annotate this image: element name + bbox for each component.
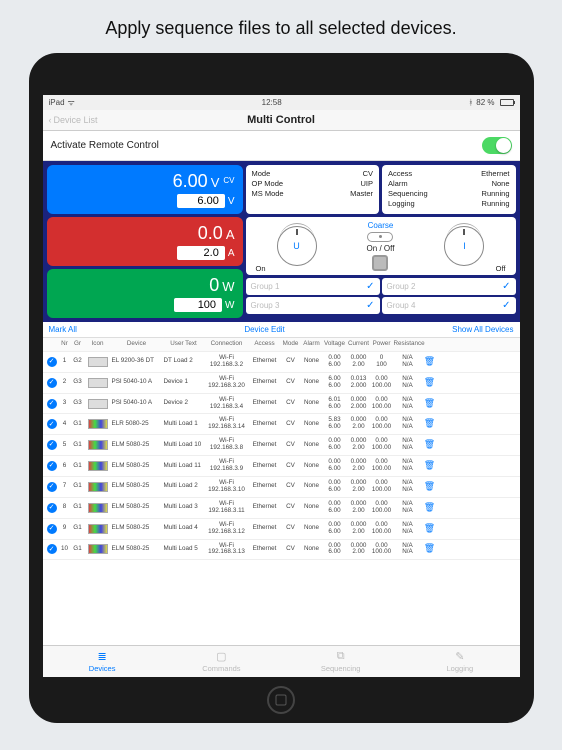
trash-icon[interactable]: 🗑 [423,482,437,492]
group-cell-4[interactable]: Group 4✓ [382,297,516,314]
dial-box: U Coarse On / Off I On Off [246,217,516,275]
tab-commands[interactable]: ▢Commands [162,650,281,673]
page-title: Multi Control [247,114,315,126]
table-row[interactable]: ✓ 3G3 PSI 5040-10 A Device 2 Wi-Fi192.16… [43,394,520,415]
trash-icon[interactable]: 🗑 [423,419,437,429]
table-header: NrGrIconDeviceUser TextConnectionAccessM… [43,338,520,352]
commands-icon: ▢ [216,650,226,663]
off-label: Off [496,264,506,273]
group-grid: Group 1✓Group 2✓Group 3✓Group 4✓ [246,278,516,314]
tab-devices[interactable]: ≣Devices [43,650,162,673]
group-cell-1[interactable]: Group 1✓ [246,278,380,295]
trash-icon[interactable]: 🗑 [423,461,437,471]
show-all-button[interactable]: Show All Devices [452,325,513,334]
current-set-input[interactable]: 2.0 [177,246,225,260]
trash-icon[interactable]: 🗑 [423,399,437,409]
trash-icon[interactable]: 🗑 [423,440,437,450]
status-bar: iPad ᯤ 12:58 ᚼ 82 % [43,95,520,110]
sequencing-icon: ⧉ [337,650,345,663]
onoff-label: On / Off [367,244,395,253]
power-readout: 0W 100W [47,269,243,318]
row-checkbox[interactable]: ✓ [47,544,57,554]
current-value: 0.0 [198,223,223,243]
voltage-set-input[interactable]: 6.00 [177,194,225,208]
row-checkbox[interactable]: ✓ [47,524,57,534]
device-icon [88,503,108,513]
device-table: NrGrIconDeviceUser TextConnectionAccessM… [43,338,520,645]
device-icon [88,419,108,429]
trash-icon[interactable]: 🗑 [423,378,437,388]
table-row[interactable]: ✓ 10G1 ELM 5080-25 Multi Load 5 Wi-Fi192… [43,540,520,561]
battery-pct: 82 % [476,98,494,107]
device-icon [88,399,108,409]
carrier-label: iPad [49,98,65,107]
trash-icon[interactable]: 🗑 [423,357,437,367]
table-row[interactable]: ✓ 9G1 ELM 5080-25 Multi Load 4 Wi-Fi192.… [43,519,520,540]
row-checkbox[interactable]: ✓ [47,399,57,409]
voltage-readout: 6.00VCV 6.00V [47,165,243,214]
power-set-input[interactable]: 100 [174,298,222,312]
table-row[interactable]: ✓ 5G1 ELM 5080-25 Multi Load 10 Wi-Fi192… [43,435,520,456]
table-controls: Mark All Device Edit Show All Devices [43,322,520,338]
device-icon [88,482,108,492]
row-checkbox[interactable]: ✓ [47,357,57,367]
clock: 12:58 [262,98,282,107]
dial-mode-label: Coarse [368,221,394,230]
promo-caption: Apply sequence files to all selected dev… [0,0,562,53]
back-button[interactable]: ‹ Device List [49,115,98,125]
table-row[interactable]: ✓ 1G2 EL 9200-36 DT DT Load 2 Wi-Fi192.1… [43,352,520,373]
wifi-icon: ᯤ [68,97,75,108]
table-row[interactable]: ✓ 8G1 ELM 5080-25 Multi Load 3 Wi-Fi192.… [43,498,520,519]
group-cell-3[interactable]: Group 3✓ [246,297,380,314]
power-value: 0 [209,275,219,295]
ipad-frame: iPad ᯤ 12:58 ᚼ 82 % ‹ Device List Multi … [29,53,534,723]
table-row[interactable]: ✓ 7G1 ELM 5080-25 Multi Load 2 Wi-Fi192.… [43,477,520,498]
battery-icon [500,99,514,106]
logging-icon: ✎ [455,650,464,663]
current-readout: 0.0A 2.0A [47,217,243,266]
device-icon [88,461,108,471]
remote-control-label: Activate Remote Control [51,140,159,151]
group-cell-2[interactable]: Group 2✓ [382,278,516,295]
trash-icon[interactable]: 🗑 [423,503,437,513]
device-icon [88,378,108,388]
row-checkbox[interactable]: ✓ [47,461,57,471]
devices-icon: ≣ [98,650,107,663]
app-screen: iPad ᯤ 12:58 ᚼ 82 % ‹ Device List Multi … [43,95,520,677]
bluetooth-icon: ᚼ [468,98,473,107]
chevron-left-icon: ‹ [49,115,52,125]
table-row[interactable]: ✓ 2G3 PSI 5040-10 A Device 1 Wi-Fi192.16… [43,373,520,394]
voltage-dial[interactable]: U [277,226,317,266]
row-checkbox[interactable]: ✓ [47,440,57,450]
table-row[interactable]: ✓ 4G1 ELR 5080-25 Multi Load 1 Wi-Fi192.… [43,414,520,435]
row-checkbox[interactable]: ✓ [47,378,57,388]
row-checkbox[interactable]: ✓ [47,419,57,429]
back-label: Device List [54,115,98,125]
device-icon [88,357,108,367]
current-dial[interactable]: I [444,226,484,266]
device-icon [88,440,108,450]
control-panel: 6.00VCV 6.00V 0.0A 2.0A 0W 100W ModeCVOP… [43,161,520,322]
device-icon [88,524,108,534]
coarse-fine-switch[interactable] [367,232,393,242]
trash-icon[interactable]: 🗑 [423,544,437,554]
device-icon [88,544,108,554]
tab-logging[interactable]: ✎Logging [400,650,519,673]
nav-bar: ‹ Device List Multi Control [43,110,520,131]
status-info-box: AccessEthernetAlarmNoneSequencingRunning… [382,165,516,214]
remote-control-row: Activate Remote Control [43,131,520,161]
mark-all-button[interactable]: Mark All [49,325,77,334]
table-row[interactable]: ✓ 6G1 ELM 5080-25 Multi Load 11 Wi-Fi192… [43,456,520,477]
on-label: On [256,264,266,273]
row-checkbox[interactable]: ✓ [47,503,57,513]
voltage-value: 6.00 [173,171,208,191]
remote-control-toggle[interactable] [482,137,512,154]
row-checkbox[interactable]: ✓ [47,482,57,492]
trash-icon[interactable]: 🗑 [423,524,437,534]
device-edit-button[interactable]: Device Edit [244,325,284,334]
tab-bar: ≣Devices▢Commands⧉Sequencing✎Logging [43,645,520,677]
tab-sequencing[interactable]: ⧉Sequencing [281,650,400,673]
home-button[interactable] [267,686,295,714]
mode-info-box: ModeCVOP ModeUIPMS ModeMaster [246,165,380,214]
